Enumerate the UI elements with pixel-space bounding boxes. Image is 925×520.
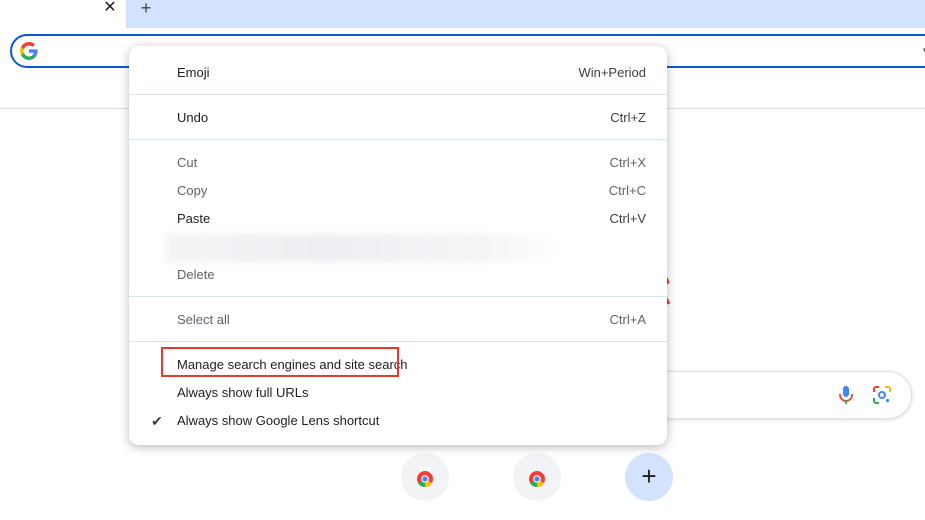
menu-separator xyxy=(129,94,667,95)
menu-item-shortcut: Win+Period xyxy=(578,65,646,80)
menu-item-label: Undo xyxy=(177,110,209,125)
menu-item-label: Emoji xyxy=(177,65,210,80)
menu-item-select-all[interactable]: Select all Ctrl+A xyxy=(129,306,667,334)
menu-item-shortcut: Ctrl+V xyxy=(609,211,646,226)
menu-item-label: Copy xyxy=(177,183,208,198)
menu-item-label: Always show Google Lens shortcut xyxy=(177,413,380,428)
menu-item-shortcut: Ctrl+X xyxy=(609,155,646,170)
menu-separator xyxy=(129,296,667,297)
menu-item-cut[interactable]: Cut Ctrl+X xyxy=(129,149,667,177)
google-g-icon xyxy=(20,42,38,60)
highlight-annotation-box xyxy=(161,347,399,377)
menu-item-copy[interactable]: Copy Ctrl+C xyxy=(129,177,667,205)
add-shortcut-button[interactable]: + xyxy=(625,453,673,501)
menu-item-label: Delete xyxy=(177,267,215,282)
tab-strip: ✕ + xyxy=(0,0,925,28)
menu-item-shortcut: Ctrl+A xyxy=(609,312,646,327)
context-menu: Emoji Win+Period Undo Ctrl+Z Cut Ctrl+X … xyxy=(129,46,667,445)
google-lens-icon[interactable] xyxy=(872,385,892,405)
menu-item-label: Paste xyxy=(177,211,211,226)
shortcut-tile[interactable] xyxy=(513,453,561,501)
menu-separator xyxy=(129,139,667,140)
menu-item-label: Cut xyxy=(177,155,198,170)
menu-item-label: Select all xyxy=(177,312,230,327)
menu-item-shortcut: Ctrl+Z xyxy=(610,110,646,125)
plus-icon: + xyxy=(641,461,657,491)
menu-item-shortcut: Ctrl+C xyxy=(608,183,646,198)
blurred-menu-item[interactable] xyxy=(165,234,560,262)
menu-item-paste[interactable]: Paste Ctrl+V xyxy=(129,205,667,233)
menu-item-undo[interactable]: Undo Ctrl+Z xyxy=(129,104,667,132)
close-icon[interactable]: ✕ xyxy=(101,0,119,18)
menu-item-always-show-lens-shortcut[interactable]: ✔ Always show Google Lens shortcut xyxy=(129,407,667,435)
new-tab-button[interactable]: + xyxy=(136,0,156,18)
menu-item-emoji[interactable]: Emoji Win+Period xyxy=(129,59,667,87)
chrome-icon xyxy=(529,471,545,487)
shortcut-tile[interactable] xyxy=(401,453,449,501)
menu-separator xyxy=(129,341,667,342)
checkmark-icon: ✔ xyxy=(151,413,163,429)
menu-item-delete[interactable]: Delete xyxy=(129,261,667,289)
menu-item-label: Always show full URLs xyxy=(177,385,309,400)
microphone-icon[interactable] xyxy=(836,385,856,405)
chrome-icon xyxy=(417,467,433,487)
menu-item-always-show-full-urls[interactable]: Always show full URLs xyxy=(129,379,667,407)
tab-strip-empty-area[interactable] xyxy=(126,0,925,28)
